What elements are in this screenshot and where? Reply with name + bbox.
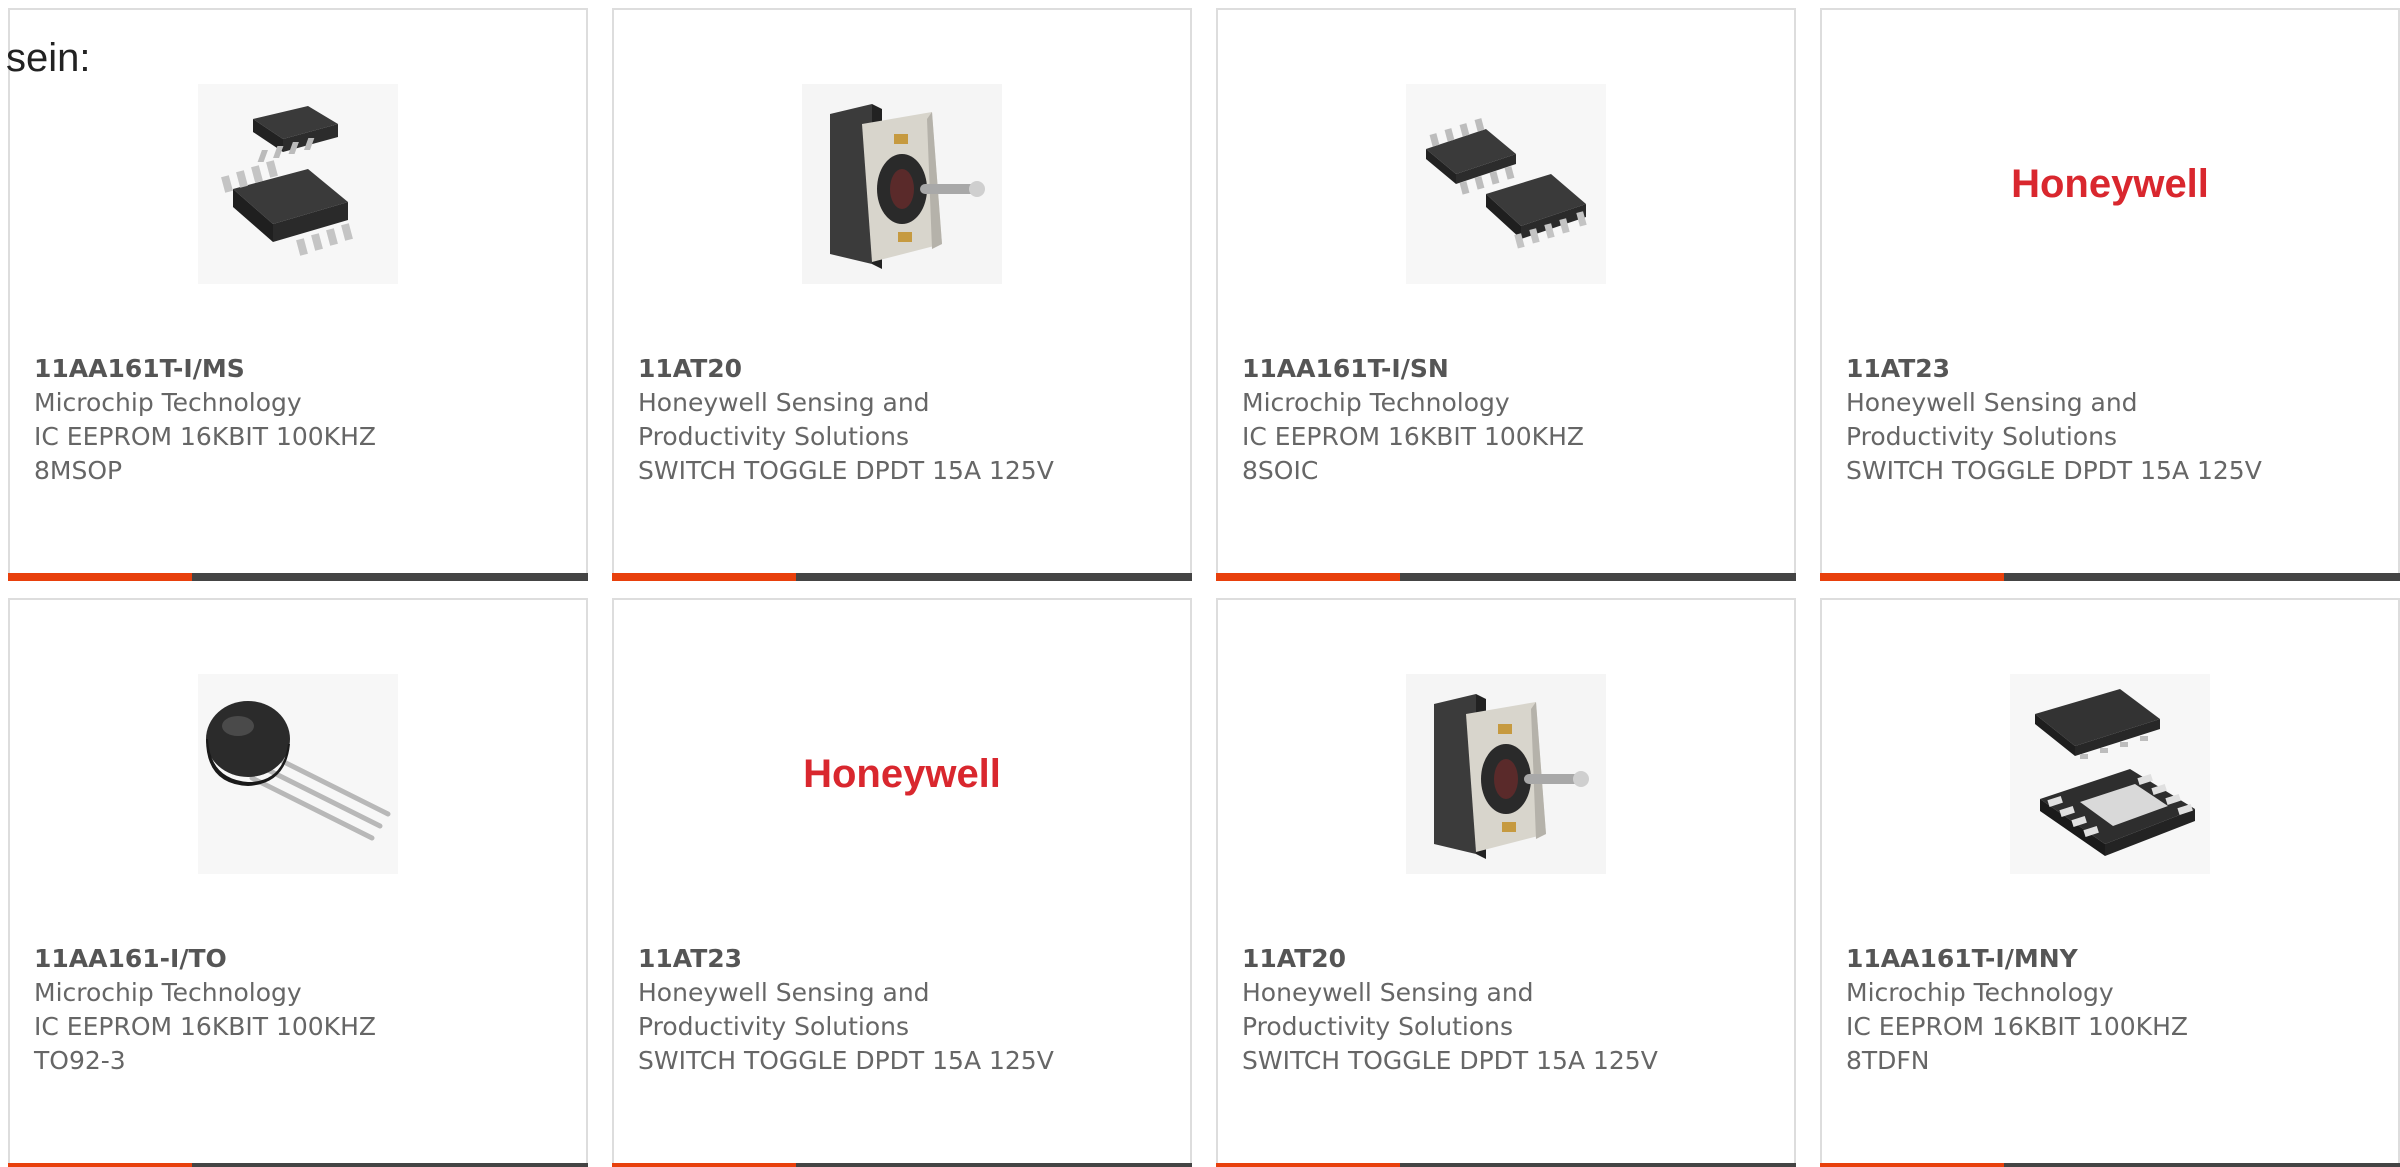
card-accent — [1820, 573, 2004, 581]
card-accent — [1820, 1163, 2004, 1167]
card-accent — [1216, 573, 1400, 581]
product-card[interactable]: 11AA161T-I/MS Microchip Technology IC EE… — [8, 8, 588, 581]
manufacturer-line-2: Productivity Solutions — [1242, 1012, 1514, 1041]
description-line: IC EEPROM 16KBIT 100KHZ — [34, 1012, 376, 1041]
card-bottom-bar — [8, 573, 588, 581]
part-number[interactable]: 11AT23 — [1846, 352, 2366, 386]
card-bottom-bar — [1216, 573, 1796, 581]
manufacturer: Microchip Technology — [1846, 978, 2114, 1007]
product-card[interactable]: 11AA161T-I/MNY Microchip Technology IC E… — [1820, 598, 2400, 1167]
product-card[interactable]: Honeywell 11AT23 Honeywell Sensing and P… — [612, 598, 1192, 1167]
product-card[interactable]: 11AA161-I/TO Microchip Technology IC EEP… — [8, 598, 588, 1167]
part-number[interactable]: 11AA161T-I/MS — [34, 352, 554, 386]
manufacturer: Honeywell Sensing and — [638, 978, 930, 1007]
description-line: IC EEPROM 16KBIT 100KHZ — [34, 422, 376, 451]
to92-transistor-icon — [198, 674, 398, 874]
package: 8TDFN — [1846, 1046, 1930, 1075]
toggle-switch-icon — [802, 84, 1002, 284]
manufacturer-line-2: Productivity Solutions — [638, 422, 910, 451]
card-bottom-bar — [8, 1163, 588, 1167]
description-line: SWITCH TOGGLE DPDT 15A 125V — [1846, 456, 2262, 485]
part-number[interactable]: 11AA161T-I/SN — [1242, 352, 1762, 386]
manufacturer: Honeywell Sensing and — [1846, 388, 2138, 417]
package: 8SOIC — [1242, 456, 1319, 485]
part-number[interactable]: 11AT20 — [1242, 942, 1762, 976]
card-accent — [612, 1163, 796, 1167]
card-accent — [8, 1163, 192, 1167]
product-info: 11AT20 Honeywell Sensing and Productivit… — [638, 352, 1158, 488]
card-accent — [8, 573, 192, 581]
manufacturer: Microchip Technology — [34, 388, 302, 417]
product-info: 11AA161-I/TO Microchip Technology IC EEP… — [34, 942, 554, 1078]
part-number[interactable]: 11AA161T-I/MNY — [1846, 942, 2366, 976]
manufacturer: Microchip Technology — [1242, 388, 1510, 417]
product-card[interactable]: 11AA161T-I/SN Microchip Technology IC EE… — [1216, 8, 1796, 581]
package: 8MSOP — [34, 456, 123, 485]
product-card[interactable]: 11AT20 Honeywell Sensing and Productivit… — [1216, 598, 1796, 1167]
card-accent — [612, 573, 796, 581]
description-line: IC EEPROM 16KBIT 100KHZ — [1242, 422, 1584, 451]
soic-chip-icon — [1406, 84, 1606, 284]
honeywell-logo: Honeywell — [2011, 161, 2209, 206]
card-bottom-bar — [612, 573, 1192, 581]
card-bottom-bar — [1820, 1163, 2400, 1167]
part-number[interactable]: 11AT20 — [638, 352, 1158, 386]
honeywell-logo: Honeywell — [803, 751, 1001, 796]
product-grid: 11AA161T-I/MS Microchip Technology IC EE… — [0, 0, 2400, 1167]
product-info: 11AT23 Honeywell Sensing and Productivit… — [1846, 352, 2366, 488]
package: TO92-3 — [34, 1046, 126, 1075]
product-card[interactable]: Honeywell 11AT23 Honeywell Sensing and P… — [1820, 8, 2400, 581]
manufacturer: Microchip Technology — [34, 978, 302, 1007]
manufacturer: Honeywell Sensing and — [1242, 978, 1534, 1007]
manufacturer-line-2: Productivity Solutions — [638, 1012, 910, 1041]
toggle-switch-icon — [1406, 674, 1606, 874]
description-line: SWITCH TOGGLE DPDT 15A 125V — [638, 1046, 1054, 1075]
product-info: 11AT20 Honeywell Sensing and Productivit… — [1242, 942, 1762, 1078]
product-info: 11AA161T-I/MS Microchip Technology IC EE… — [34, 352, 554, 488]
manufacturer: Honeywell Sensing and — [638, 388, 930, 417]
product-card[interactable]: 11AT20 Honeywell Sensing and Productivit… — [612, 8, 1192, 581]
card-bottom-bar — [1820, 573, 2400, 581]
product-info: 11AA161T-I/MNY Microchip Technology IC E… — [1846, 942, 2366, 1078]
description-line: SWITCH TOGGLE DPDT 15A 125V — [1242, 1046, 1658, 1075]
tdfn-chip-icon — [2010, 674, 2210, 874]
card-bottom-bar — [1216, 1163, 1796, 1167]
description-line: SWITCH TOGGLE DPDT 15A 125V — [638, 456, 1054, 485]
manufacturer-line-2: Productivity Solutions — [1846, 422, 2118, 451]
part-number[interactable]: 11AT23 — [638, 942, 1158, 976]
description-line: IC EEPROM 16KBIT 100KHZ — [1846, 1012, 2188, 1041]
card-bottom-bar — [612, 1163, 1192, 1167]
product-info: 11AT23 Honeywell Sensing and Productivit… — [638, 942, 1158, 1078]
card-accent — [1216, 1163, 1400, 1167]
product-info: 11AA161T-I/SN Microchip Technology IC EE… — [1242, 352, 1762, 488]
section-heading: sein: — [6, 36, 91, 80]
part-number[interactable]: 11AA161-I/TO — [34, 942, 554, 976]
msop-chip-icon — [198, 84, 398, 284]
